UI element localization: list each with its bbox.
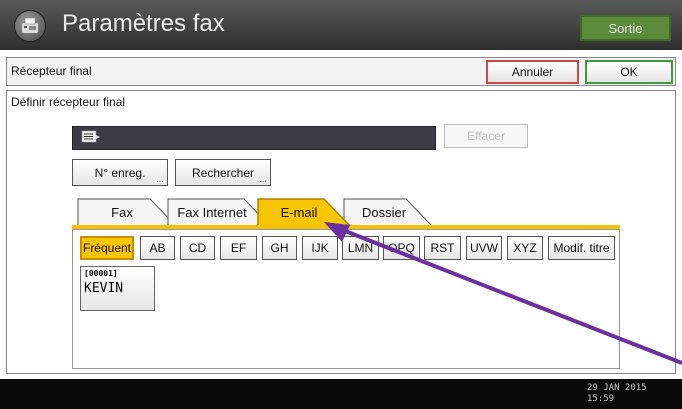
- tab-fax[interactable]: Fax: [78, 199, 166, 226]
- index-ab[interactable]: AB: [140, 236, 175, 260]
- index-ef[interactable]: EF: [220, 236, 257, 260]
- date-text: 29 JAN 2015: [587, 383, 647, 393]
- index-gh[interactable]: GH: [262, 236, 297, 260]
- edit-title-button[interactable]: Modif. titre: [548, 236, 615, 260]
- status-bar: 29 JAN 2015 15:59: [0, 379, 682, 409]
- tab-fax-internet[interactable]: Fax Internet: [168, 199, 256, 226]
- index-cd[interactable]: CD: [180, 236, 215, 260]
- address-entry[interactable]: [00001] KEVIN: [80, 266, 155, 311]
- entry-name: KEVIN: [84, 281, 124, 296]
- index-uvw[interactable]: UVW: [466, 236, 502, 260]
- time-text: 15:59: [587, 394, 615, 404]
- clock: 29 JAN 2015 15:59: [587, 383, 647, 405]
- index-ijk[interactable]: IJK: [302, 236, 338, 260]
- index-rst[interactable]: RST: [424, 236, 461, 260]
- index-xyz[interactable]: XYZ: [507, 236, 543, 260]
- index-lmn[interactable]: LMN: [342, 236, 379, 260]
- index-frequent[interactable]: Fréquent: [80, 236, 134, 260]
- tab-email[interactable]: E-mail: [258, 199, 340, 226]
- index-opq[interactable]: OPQ: [383, 236, 420, 260]
- tab-folder[interactable]: Dossier: [344, 199, 424, 226]
- entry-number: [00001]: [84, 269, 118, 278]
